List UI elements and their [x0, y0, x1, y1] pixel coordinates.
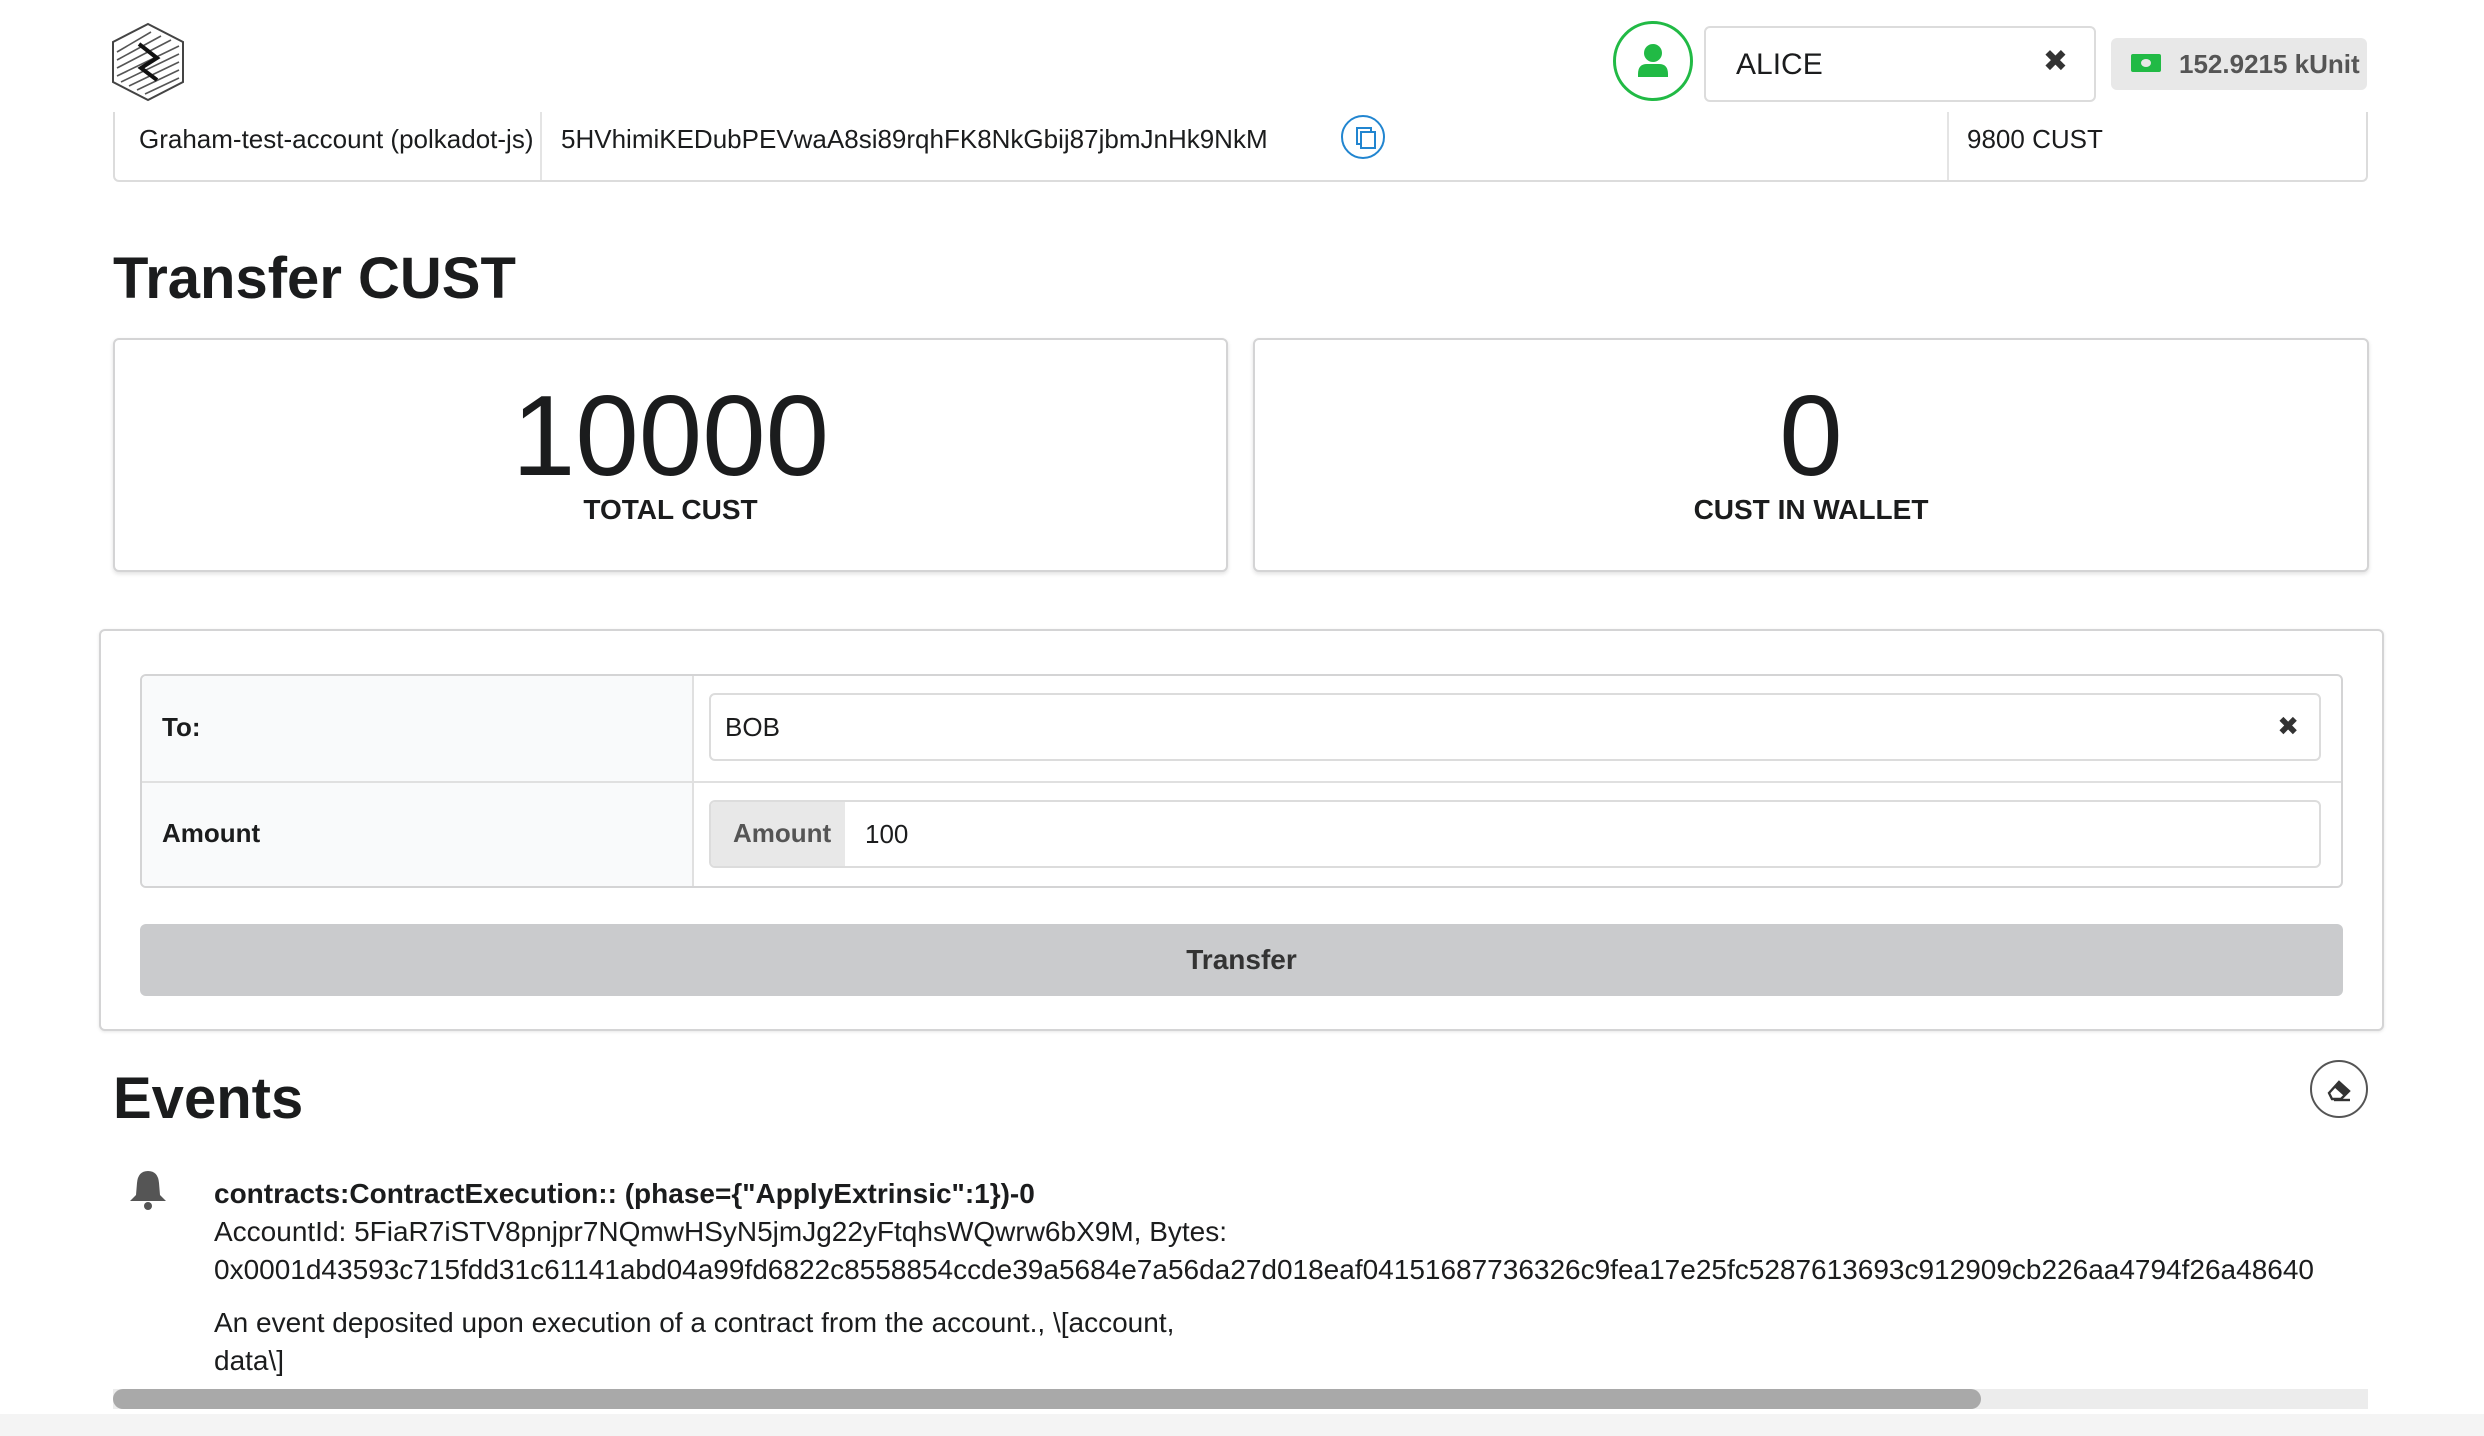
account-select-value: ALICE [1736, 48, 1823, 81]
account-name-cell: Graham-test-account (polkadot-js) [139, 124, 534, 154]
total-cust-value: 10000 [511, 373, 829, 500]
amount-input[interactable] [845, 802, 2319, 866]
event-description: An event deposited upon execution of a c… [214, 1307, 1175, 1338]
transfer-title: Transfer CUST [113, 246, 516, 311]
event-data-bytes: 0x0001d43593c715fdd31c61141abd04a99fd682… [214, 1254, 2314, 1285]
to-label: To: [162, 712, 201, 742]
bell-icon [124, 1165, 172, 1213]
accounts-table-row: Graham-test-account (polkadot-js) 5HVhim… [113, 112, 2368, 182]
app-logo-icon[interactable] [111, 22, 185, 102]
amount-input-addon: Amount [711, 802, 845, 866]
events-title: Events [113, 1066, 304, 1131]
horizontal-scrollbar-thumb[interactable] [113, 1389, 1981, 1409]
recipient-select-value: BOB [725, 712, 780, 742]
recipient-clear-icon[interactable]: ✖ [2277, 711, 2299, 742]
bottom-strip [0, 1414, 2484, 1436]
money-bill-icon [2131, 54, 2161, 72]
recipient-select-dropdown[interactable]: BOB ✖ [709, 693, 2321, 761]
copy-icon[interactable] [1341, 115, 1385, 159]
wallet-cust-label: CUST IN WALLET [1693, 494, 1929, 525]
account-select-dropdown[interactable]: ALICE ✖ [1704, 26, 2096, 102]
wallet-cust-statistic: 0 CUST IN WALLET [1253, 338, 2369, 572]
user-icon [1638, 44, 1668, 77]
clear-events-button[interactable] [2310, 1060, 2368, 1118]
account-address-cell: 5HVhimiKEDubPEVwaA8si89rqhFK8NkGbij87jbm… [561, 124, 1268, 154]
event-data-line: AccountId: 5FiaR7iSTV8pnjpr7NQmwHSyN5jmJ… [214, 1216, 1228, 1247]
eraser-icon [2327, 1080, 2351, 1102]
total-cust-label: TOTAL CUST [583, 494, 758, 525]
account-amount-cell: 9800 CUST [1967, 124, 2103, 154]
balance-badge: 152.9215 kUnit [2111, 38, 2367, 90]
account-clear-icon[interactable]: ✖ [2043, 44, 2068, 79]
total-cust-statistic: 10000 TOTAL CUST [113, 338, 1228, 572]
transfer-button[interactable]: Transfer [140, 924, 2343, 996]
balance-value: 152.9215 kUnit [2179, 49, 2360, 79]
event-description-cont: data\] [214, 1345, 285, 1376]
account-avatar-button[interactable] [1613, 21, 1693, 101]
event-title: contracts:ContractExecution:: (phase={"A… [214, 1178, 1035, 1209]
amount-input-group: Amount [709, 800, 2321, 868]
amount-label: Amount [162, 818, 261, 848]
wallet-cust-value: 0 [1779, 373, 1843, 500]
